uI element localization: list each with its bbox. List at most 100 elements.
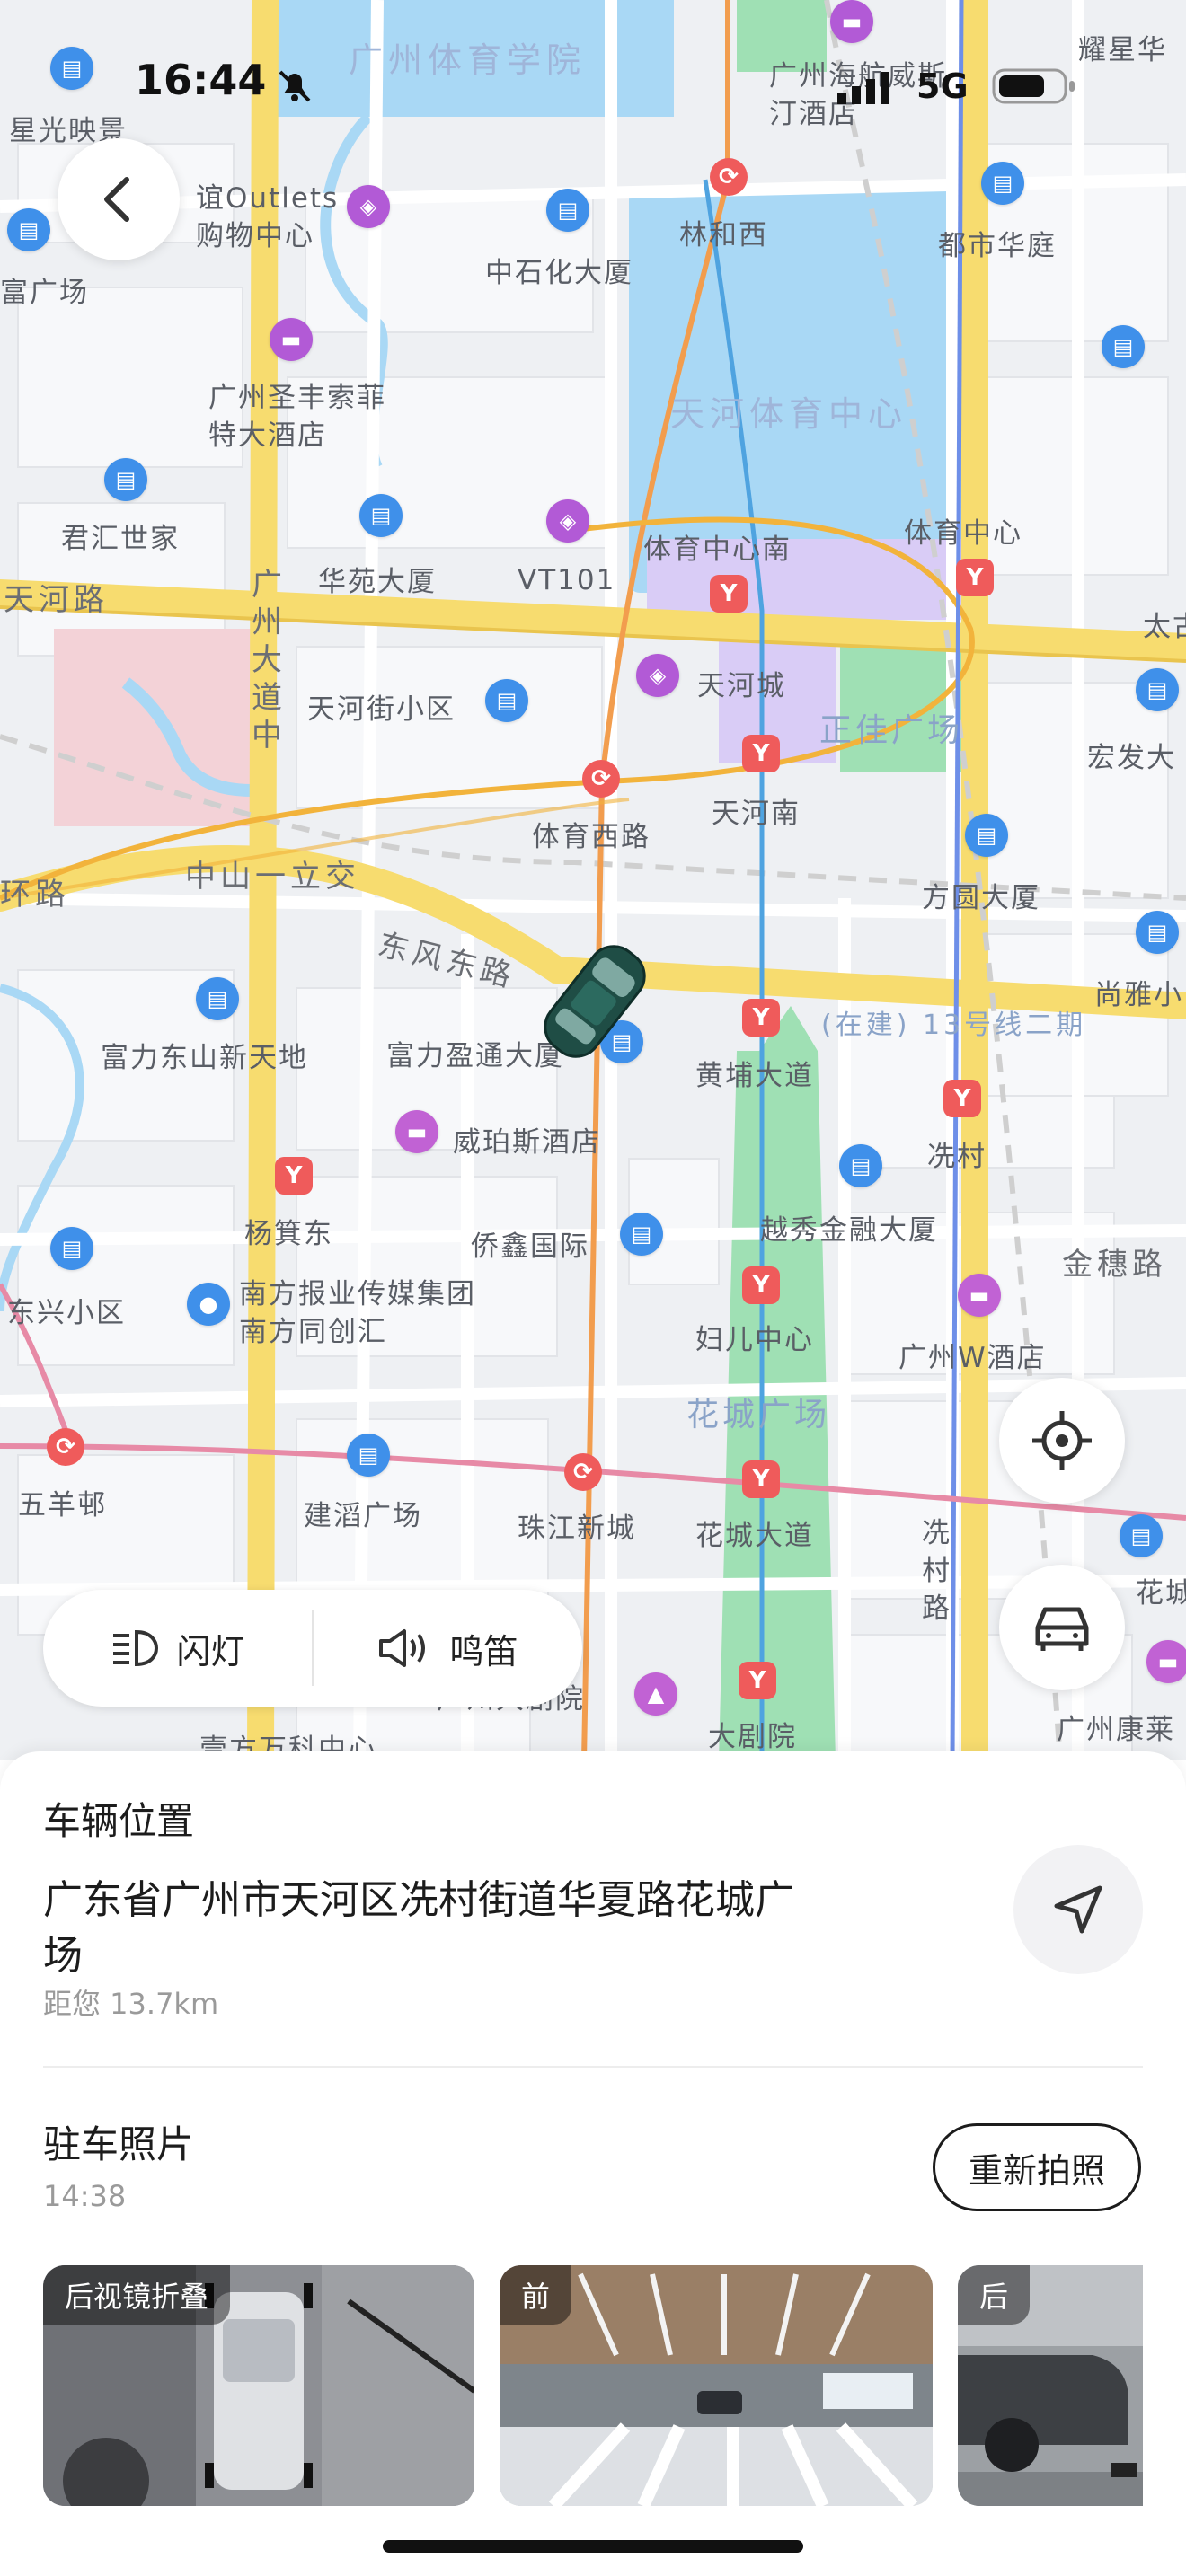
locate-vehicle-button[interactable]	[999, 1565, 1125, 1690]
metro-station-icon[interactable]: Y	[742, 1460, 780, 1498]
crosshair-icon	[1032, 1411, 1092, 1470]
poi-building-icon[interactable]: ▤	[1136, 911, 1179, 954]
speaker-icon	[379, 1629, 426, 1667]
metro-transfer-icon[interactable]: ⟳	[582, 760, 620, 798]
map-label: 谊Outlets购物中心	[196, 182, 340, 252]
map-label: 广州W酒店	[898, 1342, 1047, 1374]
poi-building-icon[interactable]: ▤	[839, 1144, 882, 1187]
metro-station-icon[interactable]: Y	[742, 999, 780, 1037]
map-label: 天河体育中心	[670, 394, 908, 434]
vehicle-location-title: 车辆位置	[43, 1799, 195, 1843]
map-label: 冼村	[927, 1141, 987, 1173]
navigate-button[interactable]	[1013, 1845, 1143, 1974]
poi-hotel-icon[interactable]: ▬	[830, 0, 873, 43]
metro-transfer-icon[interactable]: ⟳	[710, 158, 748, 196]
parking-photo-mirror[interactable]: 后视镜折叠	[43, 2265, 474, 2506]
map-label: 南方报业传媒集团南方同创汇	[239, 1278, 476, 1348]
poi-building-icon[interactable]: ▤	[546, 189, 589, 232]
vehicle-controls: 闪灯 鸣笛	[43, 1590, 582, 1707]
map-label: 环路	[0, 877, 70, 913]
photo-tag: 后视镜折叠	[43, 2265, 231, 2325]
poi-building-icon[interactable]: ▤	[965, 814, 1008, 857]
parking-photos-title: 驻车照片	[43, 2122, 195, 2166]
navigation-arrow-icon	[1054, 1885, 1102, 1934]
map-label: 五羊邨	[18, 1489, 107, 1522]
poi-building-icon[interactable]: ▤	[347, 1434, 390, 1477]
poi-theatre-icon[interactable]: ▲	[634, 1672, 677, 1716]
poi-building-icon[interactable]: ▤	[50, 1227, 93, 1270]
poi-building-icon[interactable]: ▤	[1120, 1514, 1163, 1557]
map-label: 广州圣丰索菲特大酒店	[208, 382, 386, 452]
map-label: 广州大道中	[252, 567, 287, 754]
status-time: 16:44	[135, 56, 267, 104]
map-label: 广州体育学院	[349, 40, 587, 80]
parking-photo-front[interactable]: 前	[500, 2265, 933, 2506]
map-label: 太古	[1143, 611, 1186, 643]
map-label: 都市华庭	[938, 230, 1057, 262]
section-divider	[43, 2066, 1143, 2068]
poi-building-icon[interactable]: ▤	[359, 494, 403, 537]
parking-photo-rear[interactable]: 后	[958, 2265, 1143, 2506]
map-label: 冼村路	[922, 1517, 951, 1625]
map-label: 侨鑫国际	[471, 1231, 589, 1263]
poi-hotel-icon[interactable]: ▬	[270, 318, 313, 361]
locate-me-button[interactable]	[999, 1378, 1125, 1504]
poi-building-icon[interactable]: ▤	[196, 977, 239, 1020]
photos-timestamp: 14:38	[43, 2179, 127, 2213]
poi-hotel-icon[interactable]: ▬	[958, 1274, 1001, 1317]
map-label: 天河南	[712, 798, 801, 830]
map-label: 中石化大厦	[485, 257, 633, 289]
poi-building-icon[interactable]: ▤	[104, 458, 147, 501]
map-label: 珠江新城	[518, 1513, 636, 1545]
horn-button[interactable]: 鸣笛	[314, 1590, 582, 1707]
map-label: 花城	[1136, 1577, 1186, 1610]
map-label: 杨箕东	[244, 1218, 333, 1250]
map-label: VT101	[518, 564, 616, 596]
poi-building-icon[interactable]: ▤	[7, 208, 50, 251]
map-label: 华苑大厦	[318, 566, 437, 598]
poi-shopping-icon[interactable]: ◈	[546, 499, 589, 543]
metro-transfer-icon[interactable]: ⟳	[47, 1428, 84, 1466]
distance-text: 距您 13.7km	[43, 1987, 219, 2021]
map-label: 林和西	[679, 219, 768, 251]
map-label: 妇儿中心	[695, 1324, 814, 1356]
poi-hotel-icon[interactable]: ▬	[395, 1110, 438, 1153]
poi-shopping-icon[interactable]: ◈	[347, 185, 390, 228]
map-label: 东兴小区	[7, 1297, 126, 1329]
map-label: 金穗路	[1062, 1247, 1167, 1283]
poi-building-icon[interactable]: ▤	[1136, 668, 1179, 711]
back-button[interactable]	[58, 138, 180, 260]
metro-station-icon[interactable]: Y	[710, 575, 748, 613]
map-view[interactable]: 广州体育学院 广州海航威斯汀酒店 耀星华 星光映景 谊Outlets购物中心 林…	[0, 0, 1186, 1760]
flash-lights-label: 闪灯	[176, 1631, 245, 1672]
home-indicator[interactable]	[383, 2540, 803, 2553]
poi-building-icon[interactable]: ▤	[485, 679, 528, 722]
retake-photo-button[interactable]: 重新拍照	[933, 2123, 1141, 2211]
map-label: 富广场	[0, 277, 89, 309]
photo-tag: 前	[500, 2265, 572, 2325]
metro-station-icon[interactable]: Y	[956, 559, 994, 596]
map-label: 黄埔大道	[695, 1060, 814, 1092]
map-label: 体育中心南	[643, 534, 792, 566]
map-label: 正佳广场	[819, 712, 964, 749]
headlight-icon	[113, 1629, 159, 1667]
map-label: 威珀斯酒店	[453, 1126, 601, 1159]
poi-building-icon[interactable]: ▤	[981, 162, 1024, 205]
poi-building-icon[interactable]: ▤	[1102, 325, 1145, 368]
poi-hotel-icon[interactable]: ▬	[1146, 1640, 1186, 1683]
map-label: 体育中心	[904, 517, 1022, 550]
metro-station-icon[interactable]: Y	[943, 1080, 981, 1117]
map-label: 天河路	[4, 582, 109, 618]
map-label: 耀星华	[1078, 34, 1167, 66]
metro-transfer-icon[interactable]: ⟳	[564, 1453, 602, 1491]
poi-location-icon[interactable]: ●	[187, 1283, 230, 1326]
metro-station-icon[interactable]: Y	[739, 1662, 776, 1699]
metro-station-icon[interactable]: Y	[742, 1266, 780, 1304]
flash-lights-button[interactable]: 闪灯	[43, 1590, 312, 1707]
metro-station-icon[interactable]: Y	[742, 735, 780, 772]
poi-building-icon[interactable]: ▤	[50, 47, 93, 90]
map-label: 花城大道	[695, 1520, 814, 1552]
metro-station-icon[interactable]: Y	[275, 1157, 313, 1195]
poi-shopping-icon[interactable]: ◈	[636, 654, 679, 697]
poi-building-icon[interactable]: ▤	[620, 1213, 663, 1256]
